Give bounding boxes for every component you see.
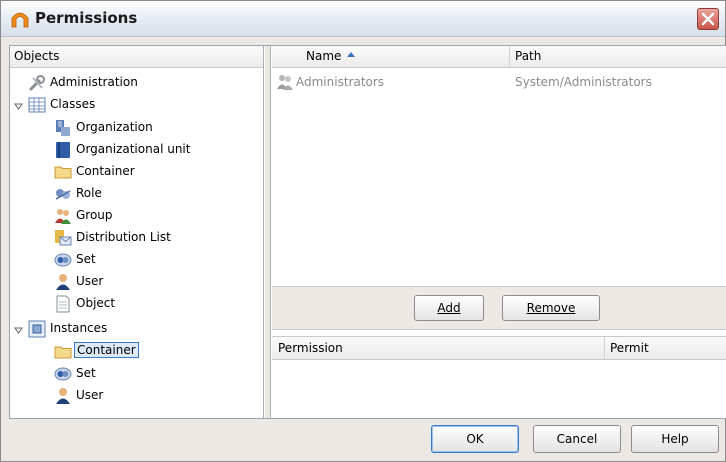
- column-separator[interactable]: [604, 337, 605, 359]
- tree-item-label: User: [76, 274, 104, 288]
- members-header: Name Path: [272, 46, 726, 68]
- user-icon: [56, 274, 70, 290]
- permit-column-header[interactable]: Permit: [610, 341, 649, 355]
- group-icon: [55, 209, 71, 224]
- tree-item-label: Classes: [50, 97, 96, 111]
- folder-icon: [54, 166, 72, 179]
- tree-item-label: Administration: [50, 75, 138, 89]
- ok-button[interactable]: OK: [431, 425, 519, 453]
- user-icon: [56, 388, 70, 404]
- tree-item-label: Organizational unit: [76, 142, 191, 156]
- permission-column-header[interactable]: Permission: [278, 341, 343, 355]
- document-icon: [56, 295, 70, 313]
- tree-item-label: Set: [76, 366, 96, 380]
- close-icon: [701, 12, 715, 26]
- tree-item-label: Distribution List: [76, 230, 171, 244]
- set-icon: [54, 253, 72, 267]
- panel-splitter[interactable]: [265, 46, 271, 418]
- tree-item-label: User: [76, 388, 104, 402]
- dialog-content: Objects Administration Classes Organizat…: [9, 45, 726, 419]
- table-row[interactable]: Administrators System/Administrators: [272, 72, 726, 92]
- book-icon: [56, 142, 70, 158]
- window-title: Permissions: [35, 9, 138, 27]
- set-icon: [54, 367, 72, 381]
- tree-item-label: Instances: [50, 321, 108, 335]
- objects-tree[interactable]: Objects Administration Classes Organizat…: [10, 46, 264, 418]
- sort-ascending-icon: [347, 52, 356, 57]
- tree-item-label: Container: [74, 342, 139, 358]
- close-button[interactable]: [697, 8, 719, 30]
- tools-icon: [29, 75, 45, 91]
- path-column-header[interactable]: Path: [515, 49, 541, 63]
- group-icon: [277, 75, 293, 90]
- folder-icon: [54, 346, 72, 359]
- remove-button[interactable]: Remove: [502, 295, 600, 321]
- tree-item-label: Object: [76, 296, 116, 310]
- permissions-dialog: Permissions Objects Administration Class…: [0, 0, 726, 462]
- members-panel: Name Path Administrators System/Administ…: [272, 46, 726, 418]
- table-icon: [28, 97, 46, 113]
- help-button[interactable]: Help: [631, 425, 719, 453]
- tree-item-label: Role: [76, 186, 102, 200]
- name-column-header[interactable]: Name: [306, 49, 356, 63]
- member-path: System/Administrators: [515, 75, 652, 89]
- role-icon: [55, 189, 71, 200]
- member-actions: Add Remove: [272, 286, 726, 330]
- member-name: Administrators: [296, 75, 385, 89]
- tree-item-label: Organization: [76, 120, 153, 134]
- tree-item-label: Set: [76, 252, 96, 266]
- title-bar: Permissions: [1, 1, 725, 37]
- app-logo-icon: [11, 12, 29, 28]
- organization-icon: [56, 120, 70, 136]
- instances-icon: [28, 320, 46, 338]
- permissions-header: Permission Permit: [272, 336, 726, 360]
- distribution-list-icon: [55, 230, 72, 246]
- tree-item-label: Group: [76, 208, 113, 222]
- chevron-down-icon[interactable]: [14, 326, 23, 335]
- cancel-button[interactable]: Cancel: [533, 425, 621, 453]
- tree-item-label: Container: [76, 164, 135, 178]
- objects-header-label: Objects: [14, 49, 60, 63]
- column-separator[interactable]: [509, 46, 510, 68]
- chevron-down-icon[interactable]: [14, 102, 23, 111]
- objects-header: Objects: [10, 46, 263, 68]
- add-button[interactable]: Add: [414, 295, 484, 321]
